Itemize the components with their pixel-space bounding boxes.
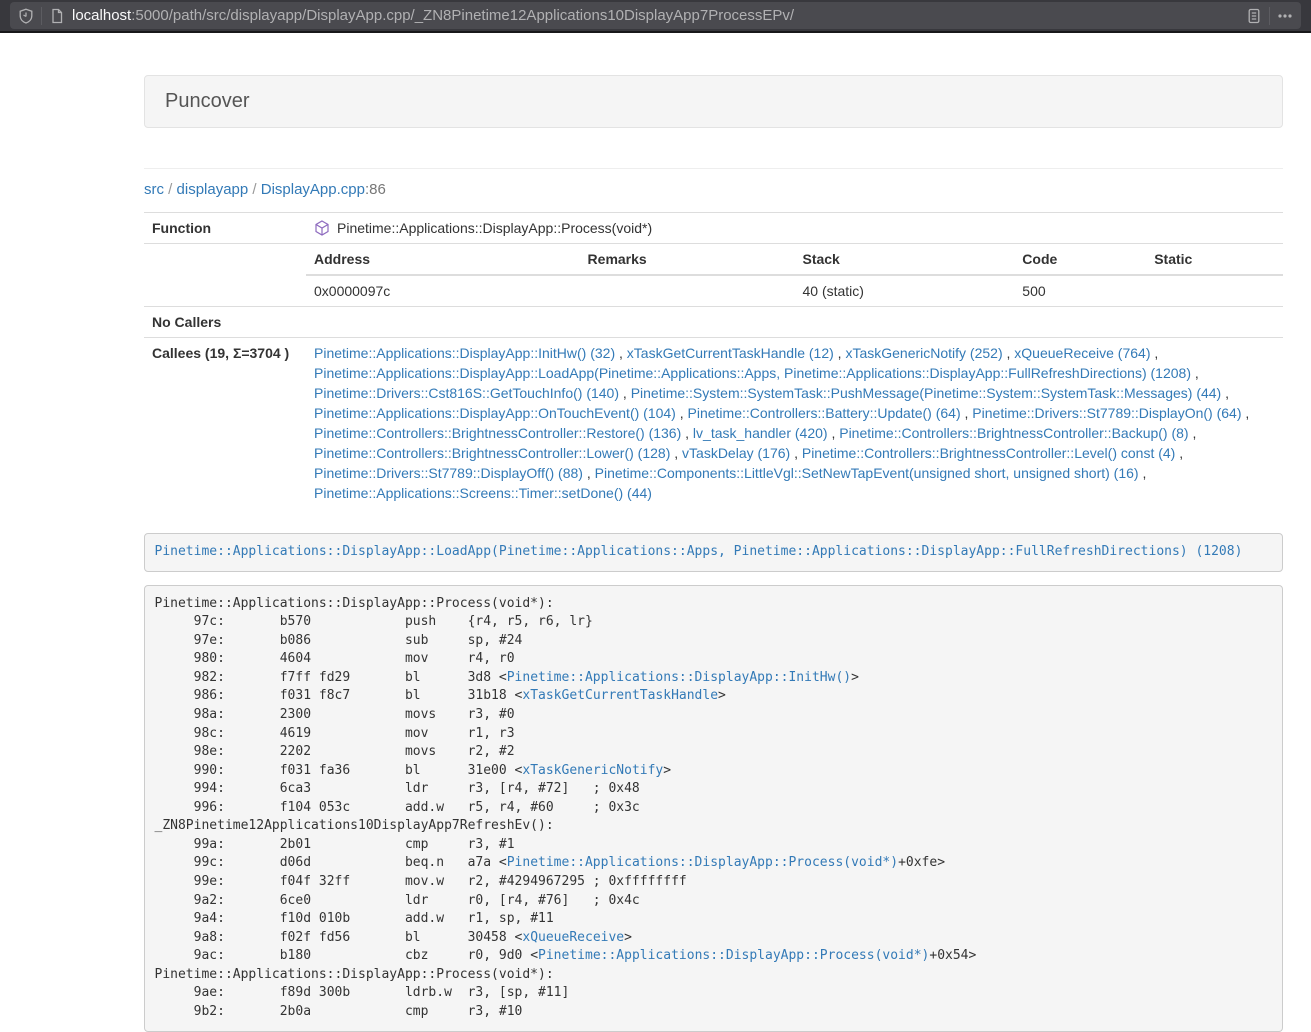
code-line: 990: f031 fa36 bl 31e00 <xTaskGenericNot… [155,762,1273,781]
code-line: 99e: f04f 32ff mov.w r2, #4294967295 ; 0… [155,873,1273,892]
code-symbol-link[interactable]: Pinetime::Applications::DisplayApp::Init… [507,670,851,685]
callees-label: Callees (19, Σ=3704 ) [144,338,306,509]
code-line: 99c: d06d beq.n a7a <Pinetime::Applicati… [155,854,1273,873]
toolbar-separator [1269,7,1270,25]
column-address: Address [306,244,580,275]
callee-link[interactable]: lv_task_handler (420) [693,425,828,441]
column-static: Static [1146,244,1283,275]
callee-link[interactable]: vTaskDelay (176) [682,445,790,461]
callee-link[interactable]: Pinetime::Drivers::Cst816S::GetTouchInfo… [314,385,619,401]
function-name: Pinetime::Applications::DisplayApp::Proc… [337,218,652,238]
metrics-values-row: 0x0000097c 40 (static) 500 [306,275,1283,306]
function-name-cell: Pinetime::Applications::DisplayApp::Proc… [306,213,1283,244]
callees-list: Pinetime::Applications::DisplayApp::Init… [306,338,1283,509]
callee-link[interactable]: Pinetime::Controllers::Battery::Update()… [688,405,961,421]
callee-link[interactable]: Pinetime::Controllers::BrightnessControl… [839,425,1188,441]
column-code: Code [1014,244,1146,275]
code-symbol-link[interactable]: xTaskGetCurrentTaskHandle [522,688,718,703]
callee-link[interactable]: Pinetime::Controllers::BrightnessControl… [802,445,1175,461]
callee-link[interactable]: Pinetime::Controllers::BrightnessControl… [314,445,670,461]
code-symbol-link[interactable]: xQueueReceive [522,930,624,945]
callee-link[interactable]: Pinetime::Applications::DisplayApp::Load… [314,365,1191,381]
browser-toolbar: localhost:5000/path/src/displayapp/Displ… [0,0,1311,33]
callee-link[interactable]: Pinetime::Applications::DisplayApp::Init… [314,345,615,361]
url-bar[interactable]: localhost:5000/path/src/displayapp/Displ… [10,2,1301,29]
callee-link[interactable]: xTaskGenericNotify (252) [845,345,1002,361]
code-line: 994: 6ca3 ldr r3, [r4, #72] ; 0x48 [155,780,1273,799]
no-callers-label: No Callers [144,307,306,338]
callee-link[interactable]: Pinetime::Drivers::St7789::DisplayOn() (… [972,405,1241,421]
code-line: 982: f7ff fd29 bl 3d8 <Pinetime::Applica… [155,669,1273,688]
column-remarks: Remarks [580,244,795,275]
code-line: 9a2: 6ce0 ldr r0, [r4, #76] ; 0x4c [155,892,1273,911]
toolbar-separator [41,7,42,25]
stack-value: 40 (static) [794,275,1014,306]
breadcrumb-link[interactable]: src [144,181,164,198]
code-line: 98e: 2202 movs r2, #2 [155,743,1273,762]
page-container: Puncover src / displayapp / DisplayApp.c… [144,75,1283,1032]
code-line: 9a8: f02f fd56 bl 30458 <xQueueReceive> [155,929,1273,948]
static-value [1146,275,1283,306]
code-symbol-link[interactable]: Pinetime::Applications::DisplayApp::Proc… [507,855,898,870]
breadcrumb-line-number: :86 [365,181,386,198]
code-line: 9b2: 2b0a cmp r3, #10 [155,1003,1273,1022]
code-line: Pinetime::Applications::DisplayApp::Proc… [155,966,1273,985]
function-row: Function Pinetime::Applications::Display… [144,213,1283,244]
code-line: 9ae: f89d 300b ldrb.w r3, [sp, #11] [155,984,1273,1003]
code-symbol-link[interactable]: xTaskGenericNotify [522,763,663,778]
code-line: 99a: 2b01 cmp r3, #1 [155,836,1273,855]
url-path: :5000/path/src/displayapp/DisplayApp.cpp… [131,7,794,24]
metrics-row: Address Remarks Stack Code Static 0x0000… [144,244,1283,307]
code-line: 9ac: b180 cbz r0, 9d0 <Pinetime::Applica… [155,947,1273,966]
code-line: _ZN8Pinetime12Applications10DisplayApp7R… [155,817,1273,836]
code-line: 98c: 4619 mov r1, r3 [155,725,1273,744]
url-host: localhost [72,7,131,24]
code-listing: Pinetime::Applications::DisplayApp::Proc… [144,585,1283,1032]
breadcrumb-link[interactable]: displayapp [177,181,249,198]
code-line: 980: 4604 mov r4, r0 [155,650,1273,669]
highlighted-symbol-box: Pinetime::Applications::DisplayApp::Load… [144,533,1283,572]
breadcrumb-link[interactable]: DisplayApp.cpp [261,181,365,198]
highlighted-symbol-link[interactable]: Pinetime::Applications::DisplayApp::Load… [155,544,1243,559]
callee-link[interactable]: xTaskGetCurrentTaskHandle (12) [627,345,834,361]
shield-icon[interactable] [18,8,34,24]
code-line: 9a4: f10d 010b add.w r1, sp, #11 [155,910,1273,929]
code-line: 98a: 2300 movs r3, #0 [155,706,1273,725]
breadcrumb-separator: / [164,181,177,198]
page-actions-menu-icon[interactable] [1277,8,1293,24]
remarks-value [580,275,795,306]
callee-link[interactable]: Pinetime::Drivers::St7789::DisplayOff() … [314,465,583,481]
callee-link[interactable]: Pinetime::Applications::Screens::Timer::… [314,485,652,501]
callers-row: No Callers [144,307,1283,338]
column-stack: Stack [794,244,1014,275]
callees-row: Callees (19, Σ=3704 ) Pinetime::Applicat… [144,338,1283,509]
code-line: 97c: b570 push {r4, r5, r6, lr} [155,613,1273,632]
callee-link[interactable]: Pinetime::System::SystemTask::PushMessag… [631,385,1222,401]
callee-link[interactable]: xQueueReceive (764) [1014,345,1150,361]
callee-link[interactable]: Pinetime::Applications::DisplayApp::OnTo… [314,405,676,421]
metrics-table: Address Remarks Stack Code Static 0x0000… [306,244,1283,306]
address-value: 0x0000097c [306,275,580,306]
callee-link[interactable]: Pinetime::Controllers::BrightnessControl… [314,425,681,441]
code-size-value: 500 [1014,275,1146,306]
code-line: 97e: b086 sub sp, #24 [155,632,1273,651]
code-symbol-link[interactable]: Pinetime::Applications::DisplayApp::Proc… [538,948,929,963]
cube-icon [314,220,330,236]
page-title: Puncover [144,75,1283,128]
reader-mode-icon[interactable] [1246,8,1262,24]
function-table: Function Pinetime::Applications::Display… [144,212,1283,508]
divider [144,168,1283,169]
page-info-icon[interactable] [49,8,65,24]
breadcrumb-separator: / [248,181,261,198]
callee-link[interactable]: Pinetime::Components::LittleVgl::SetNewT… [595,465,1139,481]
breadcrumb: src / displayapp / DisplayApp.cpp:86 [144,180,1283,200]
url-text: localhost:5000/path/src/displayapp/Displ… [72,7,1239,24]
code-line: Pinetime::Applications::DisplayApp::Proc… [155,595,1273,614]
code-line: 996: f104 053c add.w r5, r4, #60 ; 0x3c [155,799,1273,818]
function-label: Function [144,213,306,244]
code-line: 986: f031 f8c7 bl 31b18 <xTaskGetCurrent… [155,687,1273,706]
